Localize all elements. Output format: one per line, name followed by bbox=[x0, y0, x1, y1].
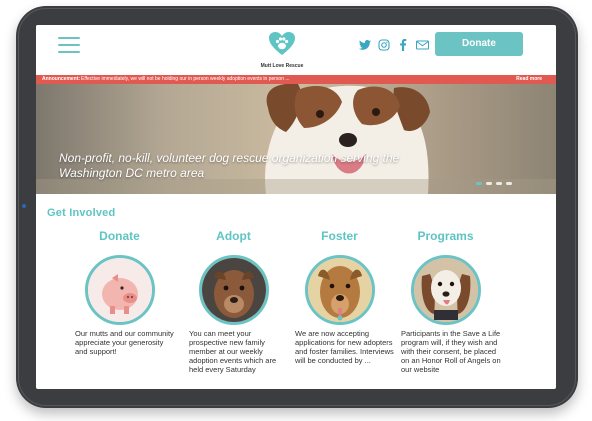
donate-button[interactable]: Donate bbox=[435, 32, 523, 56]
website-screen: Mutt Love Rescue Donate Announcement: Ef… bbox=[36, 25, 556, 389]
site-header: Mutt Love Rescue Donate bbox=[36, 25, 556, 75]
menu-icon[interactable] bbox=[58, 37, 80, 55]
hero-caption: Non-profit, no-kill, volunteer dog rescu… bbox=[59, 151, 400, 180]
adopt-card: Adopt You can meet your prospective new … bbox=[181, 229, 286, 374]
hero-banner: Non-profit, no-kill, volunteer dog rescu… bbox=[36, 84, 556, 194]
social-links bbox=[358, 38, 429, 52]
tablet-camera bbox=[22, 204, 26, 208]
donate-card: Donate Our mutts and our community appre… bbox=[67, 229, 174, 356]
card-title[interactable]: Programs bbox=[393, 229, 498, 245]
twitter-icon[interactable] bbox=[358, 38, 372, 52]
piggy-bank-image[interactable] bbox=[84, 255, 155, 325]
read-more-link[interactable]: Read more bbox=[516, 75, 542, 84]
heart-paw-icon bbox=[269, 32, 295, 55]
card-description: Participants in the Save a Life program … bbox=[401, 329, 501, 374]
logo-text: Mutt Love Rescue bbox=[260, 63, 304, 69]
mail-icon[interactable] bbox=[415, 38, 429, 52]
carousel-dot[interactable] bbox=[496, 182, 502, 185]
card-title[interactable]: Adopt bbox=[181, 229, 286, 245]
announcement-label: Announcement: bbox=[42, 76, 81, 82]
carousel-dot[interactable] bbox=[476, 182, 482, 185]
card-description: You can meet your prospective new family… bbox=[189, 329, 277, 374]
foster-dog-image[interactable] bbox=[304, 255, 375, 325]
programs-dog-image[interactable] bbox=[410, 255, 481, 325]
instagram-icon[interactable] bbox=[377, 38, 391, 52]
facebook-icon[interactable] bbox=[396, 38, 410, 52]
site-logo[interactable]: Mutt Love Rescue bbox=[252, 31, 312, 71]
carousel-dot[interactable] bbox=[486, 182, 492, 185]
carousel-dots bbox=[476, 182, 512, 185]
card-description: We are now accepting applications for ne… bbox=[295, 329, 394, 365]
card-title[interactable]: Donate bbox=[67, 229, 172, 245]
get-involved-heading: Get Involved bbox=[47, 207, 116, 219]
announcement-message: Effective immediately, we will not be ho… bbox=[81, 76, 290, 82]
carousel-dot[interactable] bbox=[506, 182, 512, 185]
adopt-dog-image[interactable] bbox=[198, 255, 269, 325]
card-description: Our mutts and our community appreciate y… bbox=[75, 329, 174, 356]
programs-card: Programs Participants in the Save a Life… bbox=[393, 229, 501, 374]
foster-card: Foster We are now accepting applications… bbox=[287, 229, 394, 365]
card-title[interactable]: Foster bbox=[287, 229, 392, 245]
announcement-bar: Announcement: Effective immediately, we … bbox=[36, 75, 556, 84]
